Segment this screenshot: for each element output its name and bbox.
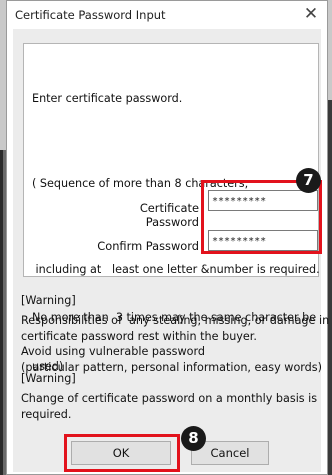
- dialog-body: Enter certificate password. ( Sequence o…: [13, 29, 330, 472]
- close-icon[interactable]: ✕: [301, 3, 321, 25]
- warning-block-1: [Warning] Responsibilities of any steali…: [21, 293, 330, 375]
- warning-line: Responsibilities of any stealing, missin…: [21, 314, 330, 328]
- instruction-line: including at least one letter &number is…: [32, 262, 320, 276]
- window-title: Certificate Password Input: [15, 8, 166, 22]
- certificate-password-dialog: Certificate Password Input ✕ Enter certi…: [6, 0, 330, 475]
- warning-line: Avoid using vulnerable password: [21, 345, 206, 359]
- instruction-line: Enter certificate password.: [32, 91, 183, 105]
- certificate-password-label: Certificate Password: [139, 201, 199, 229]
- password-group: Enter certificate password. ( Sequence o…: [23, 43, 322, 373]
- warning-heading: [Warning]: [21, 294, 76, 307]
- step8-badge: 8: [181, 426, 206, 451]
- warning-line: certificate password rest within the buy…: [21, 329, 257, 343]
- step8-highlight: [64, 434, 180, 472]
- warning-line: Change of certificate password on a mont…: [21, 392, 318, 406]
- warning-line: required.: [21, 407, 72, 421]
- warning-block-2: [Warning] Change of certificate password…: [21, 371, 321, 422]
- step7-badge: 7: [296, 168, 321, 193]
- confirm-password-label: Confirm Password: [97, 239, 199, 253]
- warning-heading: [Warning]: [21, 372, 76, 385]
- title-bar: Certificate Password Input ✕: [7, 1, 327, 29]
